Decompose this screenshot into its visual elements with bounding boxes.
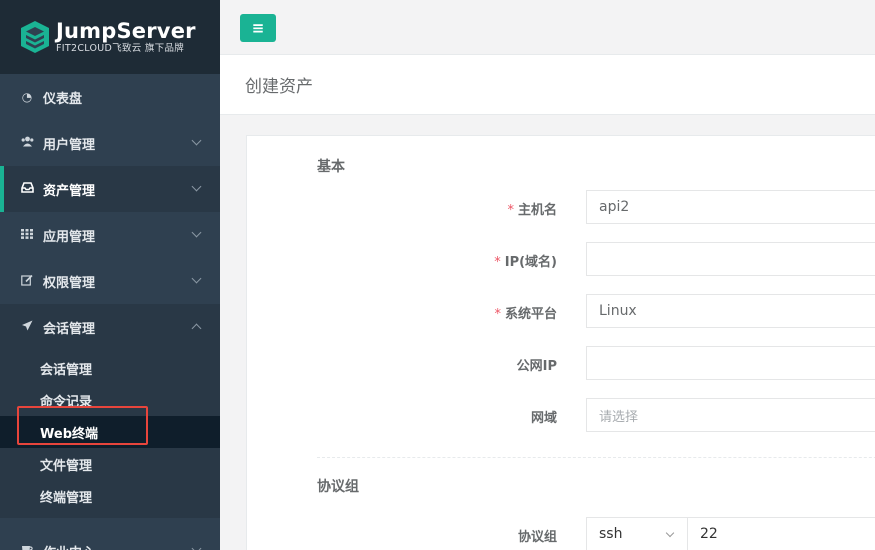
- sidebar-item-sessions[interactable]: 会话管理: [0, 304, 220, 350]
- dashboard-icon: ◔: [21, 90, 33, 104]
- sidebar-item-permissions[interactable]: 权限管理: [0, 258, 220, 304]
- sidebar-item-assets[interactable]: 资产管理: [0, 166, 220, 212]
- required-mark: *: [507, 203, 514, 218]
- coffee-icon: [20, 544, 34, 550]
- chevron-up-icon: [191, 323, 202, 334]
- label-text: IP(域名): [504, 255, 557, 270]
- form-row-hostname: * 主机名 api2: [247, 190, 875, 224]
- submenu-item-label: 文件管理: [40, 458, 93, 474]
- submenu-item-web-terminal[interactable]: Web终端: [0, 416, 220, 448]
- sidebar-item-applications[interactable]: 应用管理: [0, 212, 220, 258]
- chevron-down-icon: [191, 273, 202, 284]
- sidebar-item-users[interactable]: 用户管理: [0, 120, 220, 166]
- grid-icon: [20, 228, 34, 242]
- submenu-item-terminal-management[interactable]: 终端管理: [0, 480, 220, 512]
- submenu-item-sessions[interactable]: 会话管理: [0, 352, 220, 384]
- form-row-public-ip: 公网IP: [247, 346, 875, 380]
- submenu-item-commands[interactable]: 命令记录: [0, 384, 220, 416]
- sidebar: JumpServer FIT2CLOUD飞致云 旗下品牌 ◔ 仪表盘 用户管理 …: [0, 0, 220, 550]
- chevron-down-icon: [665, 528, 675, 538]
- form-row-protocol: 协议组 ssh 22: [247, 517, 875, 550]
- sidebar-item-label: 仪表盘: [43, 91, 83, 107]
- main-content: 基本 * 主机名 api2 * IP(域名) * 系统平台 Linux 公网IP 网域…: [220, 115, 875, 550]
- form-row-ip: * IP(域名): [247, 242, 875, 276]
- submenu-item-label: 命令记录: [40, 394, 93, 410]
- ip-input[interactable]: [586, 242, 875, 276]
- hostname-input[interactable]: api2: [586, 190, 875, 224]
- hostname-label: * 主机名: [507, 199, 557, 218]
- sidebar-item-label: 会话管理: [43, 321, 96, 337]
- sidebar-toggle-button[interactable]: ≡: [240, 14, 276, 42]
- sidebar-item-label: 应用管理: [43, 229, 96, 245]
- sessions-submenu: 会话管理 命令记录 Web终端 文件管理 终端管理: [0, 350, 220, 518]
- logo: JumpServer FIT2CLOUD飞致云 旗下品牌: [0, 0, 220, 74]
- protocol-selected-value: ssh: [599, 526, 623, 542]
- protocol-label: 协议组: [517, 530, 557, 545]
- rocket-icon: [20, 320, 34, 335]
- brand-tagline: FIT2CLOUD飞致云 旗下品牌: [56, 43, 185, 54]
- brand-name: JumpServer: [56, 19, 196, 43]
- ip-label: * IP(域名): [494, 251, 557, 270]
- sidebar-item-label: 用户管理: [43, 137, 96, 153]
- submenu-item-label: 终端管理: [40, 490, 93, 506]
- required-mark: *: [494, 255, 501, 270]
- platform-select[interactable]: Linux: [586, 294, 875, 328]
- chevron-down-icon: [191, 181, 202, 192]
- page-heading: 创建资产: [220, 55, 875, 115]
- platform-label: * 系统平台: [494, 303, 557, 322]
- sidebar-item-jobs[interactable]: 作业中心: [0, 528, 220, 550]
- section-title-protocols: 协议组: [317, 479, 359, 495]
- page-title: 创建资产: [245, 77, 313, 97]
- inbox-icon: [20, 182, 34, 196]
- protocol-select[interactable]: ssh: [586, 517, 688, 550]
- hamburger-icon: ≡: [251, 19, 265, 37]
- form-row-platform: * 系统平台 Linux: [247, 294, 875, 328]
- jumpserver-logo-icon: [21, 21, 49, 53]
- users-icon: [20, 136, 34, 150]
- submenu-item-file-management[interactable]: 文件管理: [0, 448, 220, 480]
- domain-select[interactable]: 请选择: [586, 398, 875, 432]
- create-asset-form: 基本 * 主机名 api2 * IP(域名) * 系统平台 Linux 公网IP 网域…: [246, 135, 875, 550]
- required-mark: *: [494, 307, 501, 322]
- edit-icon: [20, 274, 34, 289]
- top-navbar: ≡: [220, 0, 875, 55]
- chevron-down-icon: [191, 227, 202, 238]
- section-divider: [317, 457, 875, 458]
- label-text: 系统平台: [504, 307, 557, 322]
- chevron-down-icon: [191, 135, 202, 146]
- sidebar-item-label: 权限管理: [43, 275, 96, 291]
- submenu-item-label: Web终端: [40, 426, 98, 442]
- form-row-domain: 网域 请选择: [247, 398, 875, 432]
- sidebar-item-dashboard[interactable]: ◔ 仪表盘: [0, 74, 220, 120]
- sidebar-item-label: 资产管理: [43, 183, 96, 199]
- sidebar-item-label: 作业中心: [43, 542, 95, 550]
- label-text: 主机名: [517, 203, 557, 218]
- public-ip-label: 公网IP: [516, 359, 557, 374]
- section-title-basic: 基本: [317, 159, 345, 175]
- domain-label: 网域: [530, 411, 557, 426]
- protocol-port-input[interactable]: 22: [687, 517, 875, 550]
- public-ip-input[interactable]: [586, 346, 875, 380]
- chevron-down-icon: [191, 543, 202, 550]
- submenu-item-label: 会话管理: [40, 362, 93, 378]
